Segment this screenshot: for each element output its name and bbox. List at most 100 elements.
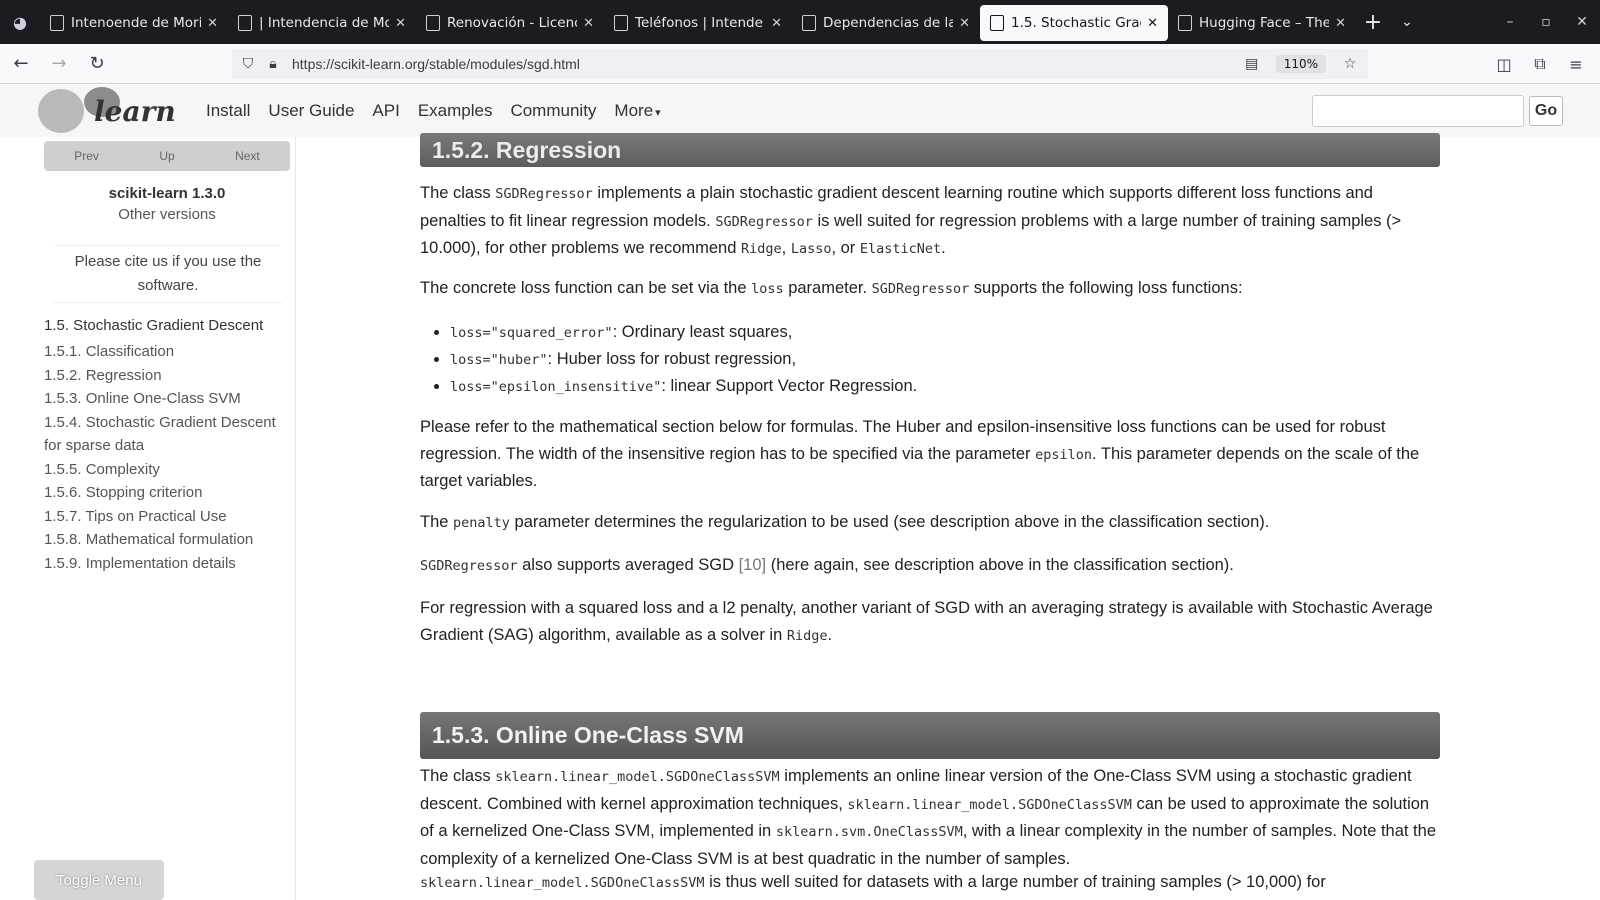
tab-favicon-icon <box>50 15 64 31</box>
scikit-learn-logo[interactable]: learn <box>36 87 182 135</box>
toc-item-implementation[interactable]: 1.5.9. Implementation details <box>44 552 294 576</box>
up-button[interactable]: Up <box>159 149 174 163</box>
browser-tab[interactable]: Renovación - Licenci ✕ <box>416 5 604 41</box>
browser-tab[interactable]: Hugging Face – The A ✕ <box>1168 5 1356 41</box>
toc-item-sgd[interactable]: 1.5. Stochastic Gradient Descent <box>44 317 294 334</box>
site-header: learn Install User Guide API Examples Co… <box>0 85 1600 137</box>
tab-close-icon[interactable]: ✕ <box>395 16 406 31</box>
code-sgdregressor[interactable]: SGDRegressor <box>872 281 970 297</box>
prev-button[interactable]: Prev <box>74 149 99 163</box>
tab-title: Intenoende de Morix <box>71 15 202 31</box>
site-nav: Install User Guide API Examples Communit… <box>206 85 679 137</box>
firefox-view-icon[interactable]: ◕ <box>0 0 40 44</box>
lock-icon[interactable]: 🔒︎ <box>266 56 280 72</box>
next-button[interactable]: Next <box>235 149 260 163</box>
code-ridge[interactable]: Ridge <box>787 628 828 644</box>
tab-favicon-icon <box>426 15 440 31</box>
browser-tab[interactable]: 1.5. Stochastic Gradie ✕ <box>980 5 1168 41</box>
toc-item-tips[interactable]: 1.5.7. Tips on Practical Use <box>44 505 294 529</box>
toc-item-stopping-criterion[interactable]: 1.5.6. Stopping criterion <box>44 481 294 505</box>
regression-paragraph-2: The concrete loss function can be set vi… <box>420 279 1243 297</box>
cite-us-notice[interactable]: Please cite us if you use the software. <box>54 245 282 303</box>
browser-tab[interactable]: Teléfonos | Intende ✕ <box>604 5 792 41</box>
regression-paragraph-3: Please refer to the mathematical section… <box>420 418 1420 490</box>
tab-title: Renovación - Licenci <box>447 15 578 31</box>
tab-close-icon[interactable]: ✕ <box>1147 16 1158 31</box>
code-elasticnet[interactable]: ElasticNet <box>860 241 941 257</box>
url-text[interactable]: https://scikit-learn.org/stable/modules/… <box>292 56 1240 72</box>
reload-icon[interactable]: ↻ <box>80 47 114 81</box>
tracking-protection-icon[interactable]: ⛉ <box>240 56 256 72</box>
browser-tab-bar: ◕ Intenoende de Morix ✕ | Intendencia de M… <box>0 0 1600 44</box>
address-bar[interactable]: ⛉ 🔒︎ https://scikit-learn.org/stable/mod… <box>232 49 1368 79</box>
code-sgdoneclasssvm[interactable]: sklearn.linear_model.SGDOneClassSVM <box>495 769 779 785</box>
extensions-icon[interactable]: ⧉ <box>1522 48 1558 80</box>
nav-more-dropdown[interactable]: More ▾ <box>614 101 660 121</box>
maximize-icon[interactable]: ▫ <box>1528 14 1564 30</box>
pocket-icon[interactable]: ◫ <box>1486 48 1522 80</box>
regression-paragraph-4: The penalty parameter determines the reg… <box>420 513 1270 531</box>
section-heading-regression: 1.5.2. Regression <box>420 133 1440 167</box>
tab-close-icon[interactable]: ✕ <box>959 16 970 31</box>
code-sgdregressor[interactable]: SGDRegressor <box>715 214 813 230</box>
nav-community[interactable]: Community <box>510 101 596 121</box>
toggle-menu-button[interactable]: Toggle Menu <box>34 860 164 900</box>
tab-favicon-icon <box>802 15 816 31</box>
window-controls: – ▫ ✕ <box>1492 0 1600 44</box>
loss-function-list: loss="squared_error": Ordinary least squ… <box>450 319 917 400</box>
search-go-button[interactable]: Go <box>1529 96 1563 126</box>
browser-nav-bar: ← → ↻ ⛉ 🔒︎ https://scikit-learn.org/stab… <box>0 44 1600 84</box>
tab-close-icon[interactable]: ✕ <box>583 16 594 31</box>
code-ridge[interactable]: Ridge <box>741 241 782 257</box>
close-window-icon[interactable]: ✕ <box>1564 14 1600 30</box>
browser-tab[interactable]: Dependencias de la ✕ <box>792 5 980 41</box>
code-oneclasssvm[interactable]: sklearn.svm.OneClassSVM <box>776 824 963 840</box>
minimize-icon[interactable]: – <box>1492 14 1528 30</box>
forward-icon[interactable]: → <box>42 47 76 81</box>
nav-user-guide[interactable]: User Guide <box>268 101 354 121</box>
tab-close-icon[interactable]: ✕ <box>207 16 218 31</box>
prev-up-next-buttons: Prev Up Next <box>44 141 290 171</box>
list-item: loss="huber": Huber loss for robust regr… <box>450 346 917 373</box>
bookmark-star-icon[interactable]: ☆ <box>1338 56 1362 72</box>
logo-text: learn <box>94 95 176 128</box>
toc-item-regression[interactable]: 1.5.2. Regression <box>44 364 294 388</box>
table-of-contents: 1.5. Stochastic Gradient Descent 1.5.1. … <box>44 317 294 575</box>
code-lasso[interactable]: Lasso <box>791 241 832 257</box>
tab-title: Dependencias de la <box>823 15 954 31</box>
code-sgdregressor[interactable]: SGDRegressor <box>495 186 593 202</box>
one-class-svm-paragraph-1: The class sklearn.linear_model.SGDOneCla… <box>420 767 1436 868</box>
zoom-level-button[interactable]: 110% <box>1275 55 1326 73</box>
code-sgdoneclasssvm[interactable]: sklearn.linear_model.SGDOneClassSVM <box>420 875 704 891</box>
nav-api[interactable]: API <box>372 101 399 121</box>
search-input[interactable] <box>1312 95 1524 127</box>
browser-tab[interactable]: Intenoende de Morix ✕ <box>40 5 228 41</box>
toc-item-sparse-data[interactable]: 1.5.4. Stochastic Gradient Descent for s… <box>44 411 294 458</box>
tab-close-icon[interactable]: ✕ <box>771 16 782 31</box>
reader-view-icon[interactable]: ▤ <box>1240 56 1264 72</box>
toc-item-complexity[interactable]: 1.5.5. Complexity <box>44 458 294 482</box>
code-sgdregressor[interactable]: SGDRegressor <box>420 558 518 574</box>
code-sgdoneclasssvm[interactable]: sklearn.linear_model.SGDOneClassSVM <box>847 797 1131 813</box>
tab-close-icon[interactable]: ✕ <box>1335 16 1346 31</box>
toc-item-classification[interactable]: 1.5.1. Classification <box>44 340 294 364</box>
back-icon[interactable]: ← <box>4 47 38 81</box>
citation-link[interactable]: [10] <box>739 556 767 574</box>
code-penalty: penalty <box>453 515 510 531</box>
tab-favicon-icon <box>1178 15 1192 31</box>
list-all-tabs-button[interactable]: ⌄ <box>1390 0 1424 44</box>
version-box: scikit-learn 1.3.0 Other versions <box>44 185 290 223</box>
toc-item-math-formulation[interactable]: 1.5.8. Mathematical formulation <box>44 528 294 552</box>
other-versions-link[interactable]: Other versions <box>44 206 290 223</box>
tab-favicon-icon <box>614 15 628 31</box>
toc-item-online-one-class-svm[interactable]: 1.5.3. Online One-Class SVM <box>44 387 294 411</box>
nav-more-label: More <box>614 101 654 120</box>
nav-examples[interactable]: Examples <box>418 101 493 121</box>
browser-tab[interactable]: | Intendencia de Mon ✕ <box>228 5 416 41</box>
code-loss: loss <box>751 281 784 297</box>
tab-favicon-icon <box>990 15 1004 31</box>
sidebar: Prev Up Next scikit-learn 1.3.0 Other ve… <box>0 137 296 900</box>
nav-install[interactable]: Install <box>206 101 250 121</box>
new-tab-button[interactable]: + <box>1356 0 1390 44</box>
menu-hamburger-icon[interactable]: ≡ <box>1558 48 1594 80</box>
